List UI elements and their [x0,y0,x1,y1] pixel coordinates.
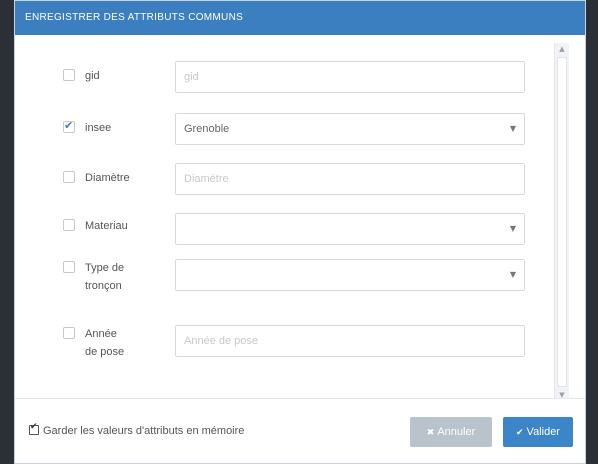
gid-input[interactable]: gid [175,61,525,93]
validate-label: Valider [526,426,560,438]
type-troncon-select[interactable]: ▼ [175,259,525,291]
insee-select[interactable]: Grenoble ▼ [175,113,525,145]
caret-down-icon: ▼ [509,124,516,133]
dialog-footer: Garder les valeurs d'attributs en mémoir… [15,398,585,463]
remember-checkbox[interactable] [29,422,39,435]
close-icon: ✖ [426,428,435,438]
insee-checkbox[interactable] [63,119,75,133]
gid-label: gid [85,70,100,82]
remember-label: Garder les valeurs d'attributs en mémoir… [43,425,245,437]
validate-button[interactable]: ✔ Valider [503,417,573,447]
remember-values-option[interactable]: Garder les valeurs d'attributs en mémoir… [29,422,245,437]
cancel-label: Annuler [437,426,476,438]
gid-checkbox[interactable] [63,69,75,81]
caret-down-icon: ▼ [509,270,516,279]
insee-label: insee [85,122,112,134]
dialog-body: gid gid insee Grenoble ▼ Diamètre Diamèt… [15,35,585,401]
diametre-input[interactable]: Diamètre [175,163,525,195]
annee-pose-checkbox[interactable] [63,327,75,339]
cancel-button[interactable]: ✖ Annuler [410,417,492,447]
materiau-checkbox[interactable] [63,219,75,231]
materiau-select[interactable]: ▼ [175,213,525,245]
check-icon: ✔ [516,428,524,438]
annee-pose-input[interactable]: Année de pose [175,325,525,357]
fields-panel: gid gid insee Grenoble ▼ Diamètre Diamèt… [25,41,563,401]
diametre-label: Diamètre [85,172,130,184]
insee-select-value: Grenoble [184,123,230,135]
diametre-checkbox[interactable] [63,171,75,183]
scroll-up-icon[interactable]: ▲ [555,43,569,55]
materiau-label: Materiau [85,220,128,232]
scrollbar-thumb[interactable] [557,57,567,387]
dialog-title: Enregistrer des attributs communs [15,1,585,35]
caret-down-icon: ▼ [509,224,516,233]
type-troncon-checkbox[interactable] [63,261,75,273]
attributes-dialog: Enregistrer des attributs communs gid gi… [14,0,586,464]
annee-pose-label: Année de pose [85,328,125,358]
vertical-scrollbar[interactable]: ▲ ▼ [554,43,569,401]
type-troncon-label: Type de tronçon [85,262,125,292]
